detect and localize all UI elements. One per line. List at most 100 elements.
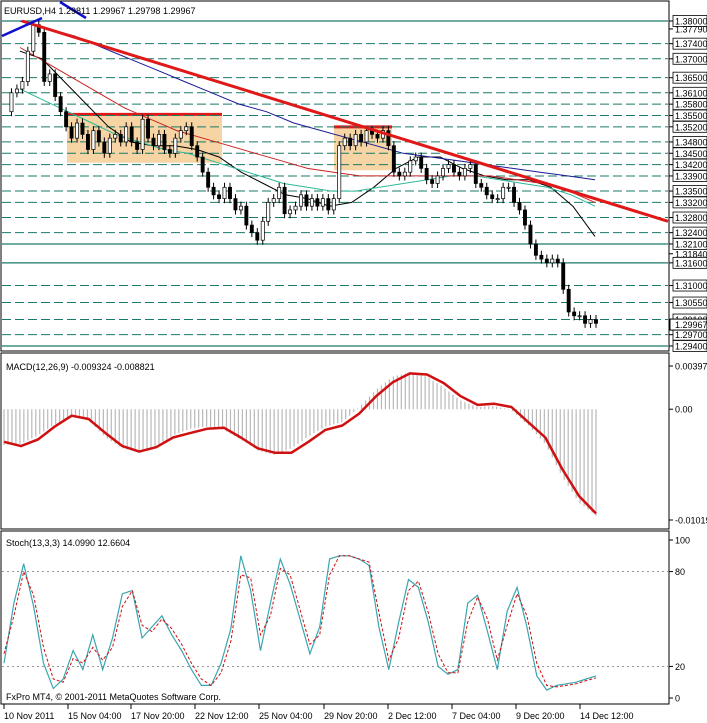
candle-body (441, 168, 445, 177)
candle-body (326, 198, 331, 211)
macd-tick-label: -0.010199 (675, 516, 707, 526)
price-tick-label: 1.37790 (675, 24, 707, 34)
candle-body (364, 130, 369, 143)
candle-body (533, 243, 538, 256)
candle-body (217, 194, 222, 199)
price-tick-label: 1.36100 (675, 88, 707, 98)
candle-body (304, 194, 309, 207)
candle-body (539, 254, 544, 260)
time-axis: 10 Nov 2011 15 Nov 04:00 17 Nov 20:00 22 No… (3, 704, 634, 721)
candle-body (173, 137, 178, 154)
price-tick-label: 1.31600 (675, 258, 707, 268)
candle-body (200, 156, 205, 173)
candle-body (42, 31, 47, 82)
candle-body (260, 220, 265, 241)
time-tick-label: 22 Nov 12:00 (195, 711, 249, 721)
candle-body (452, 164, 456, 173)
time-tick-label: 10 Nov 2011 (4, 711, 54, 721)
candle-body (566, 288, 571, 313)
candle-body (490, 194, 495, 199)
candle-body (375, 134, 380, 139)
price-tick-label: 1.35500 (675, 111, 707, 121)
candle-body (9, 92, 14, 113)
candle-body (430, 179, 435, 184)
candle-body (31, 24, 36, 52)
candle-body (331, 198, 336, 211)
candle-body (309, 198, 314, 207)
stoch-tick-label: 20 (675, 662, 685, 672)
candle-body (102, 141, 107, 154)
candle-body (249, 224, 254, 233)
price-tick-label: 1.35200 (675, 122, 707, 132)
candle-body (337, 145, 342, 199)
candle-body (211, 186, 216, 196)
candle-body (167, 149, 172, 154)
candle-body (271, 198, 276, 203)
candle-body (348, 137, 353, 147)
candle-body (107, 137, 112, 154)
candle-body (479, 183, 484, 188)
candle-body (20, 81, 25, 90)
stoch-label: Stoch(13,3,3) 14.0990 12.6604 (6, 538, 130, 548)
candle-body (266, 202, 271, 222)
candle-body (583, 315, 588, 324)
candle-body (255, 232, 260, 241)
time-tick-label: 29 Nov 20:00 (324, 711, 378, 721)
candle-body (91, 130, 96, 150)
time-tick-label: 2 Dec 12:00 (388, 711, 437, 721)
candle-body (299, 194, 303, 207)
candle-body (517, 202, 522, 211)
candle-body (501, 186, 506, 199)
stoch-tick-label: 80 (675, 567, 685, 577)
candle-body (222, 186, 227, 199)
candle-body (277, 186, 282, 199)
price-tick-label: 1.29400 (675, 342, 707, 352)
candle-body (512, 186, 517, 203)
candle-body (162, 134, 167, 150)
candle-body (113, 134, 118, 139)
price-tick-label: 1.33900 (675, 171, 707, 181)
candle-body (244, 205, 249, 226)
candle-body (523, 209, 527, 226)
time-tick-label: 7 Dec 04:00 (452, 711, 501, 721)
price-tick-label: 1.33500 (675, 187, 707, 197)
candle-body (64, 111, 69, 128)
price-tick-label: 1.37000 (675, 54, 707, 64)
candle-body (118, 134, 123, 143)
candle-body (408, 160, 413, 173)
candle-body (561, 262, 566, 290)
price-tick-label: 1.33200 (675, 198, 707, 208)
candle-body (53, 73, 58, 97)
candle-body (146, 118, 150, 139)
macd-label: MACD(12,26,9) -0.009324 -0.008821 (6, 362, 155, 372)
candle-body (69, 126, 74, 139)
price-tick-label: 1.35800 (675, 100, 707, 110)
price-axis: 1.380001.377901.374001.370001.365001.361… (669, 15, 707, 352)
candle-body (293, 205, 298, 211)
candle-body (189, 126, 194, 147)
copyright-text: FxPro MT4, © 2001-2011 MetaQuotes Softwa… (6, 692, 221, 702)
candle-body (468, 164, 473, 169)
candle-body (555, 258, 560, 264)
time-tick-label: 17 Nov 20:00 (131, 711, 185, 721)
candle-body (58, 96, 63, 113)
current-price-label: 1.29967 (675, 320, 707, 330)
price-tick-label: 1.34200 (675, 160, 707, 170)
candle-body (47, 73, 52, 82)
candle-body (25, 50, 30, 82)
macd-tick-label: 0.00 (675, 405, 693, 415)
price-tick-label: 1.37400 (675, 39, 707, 49)
candle-body (435, 175, 440, 184)
candle-body (206, 171, 211, 188)
candle-body (75, 122, 79, 139)
candle-body (320, 198, 325, 207)
time-tick-label: 25 Nov 04:00 (259, 711, 313, 721)
candle-body (424, 168, 429, 181)
time-tick-label: 9 Dec 20:00 (516, 711, 565, 721)
price-tick-label: 1.34500 (675, 149, 707, 159)
candle-body (594, 319, 598, 324)
candle-body (413, 156, 418, 162)
candle-body (588, 319, 593, 324)
candle-body (495, 198, 500, 200)
price-tick-label: 1.32400 (675, 228, 707, 238)
